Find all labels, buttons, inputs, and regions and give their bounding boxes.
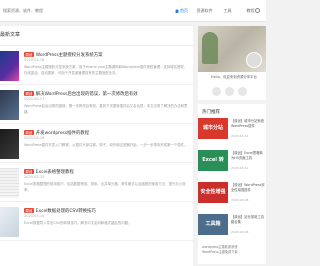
nav-tools[interactable]: 工具 [216,0,239,22]
plant-image [202,32,218,64]
hot-item-date: 2020-03-08 [231,198,249,202]
article-title-text[interactable]: 解决WordPress后台出现的错误，第一次修改后有效 [36,92,138,97]
hot-item[interactable]: 城市分站 【原创】城市分站系统 WordPress插件 2020-03-12 [198,118,266,148]
hot-widget: 热门推荐 城市分站 【原创】城市分站系统 WordPress插件 2020-03… [198,104,266,264]
mini-link-list: wordpress主题收费系统 WordPress主题免费下载 [202,245,264,255]
article-thumbnail[interactable] [0,207,19,237]
article-date: 2020-03-14 [24,214,45,218]
nav-home-label: 首页 [180,8,188,13]
mini-link[interactable]: WordPress主题免费下载 [202,250,264,255]
article-thumbnail[interactable] [0,51,19,81]
hot-item-date: 2020-03-10 [231,166,249,170]
hot-item[interactable]: 工具箱 【原创】站长常用工具箱合集 2020-03-06 [198,214,266,244]
hot-thumbnail[interactable]: Excel 转 H5 [198,150,228,184]
article-tag: 原创 [24,91,34,96]
article-item[interactable]: 原创 解决WordPress后台出现的错误，第一次修改后有效 2020-03-17… [0,85,193,124]
hot-item-title[interactable]: 【原创】Excel表格转为H5页面工具 [231,151,265,160]
article-thumbnail[interactable] [0,168,19,198]
hot-item-date: 2020-03-12 [231,134,249,138]
article-thumbnail[interactable] [0,129,19,159]
hot-thumbnail[interactable]: 城市分站 [198,118,228,139]
article-thumbnail[interactable] [0,90,19,120]
main-nav: 首页 资源软件 工具 教程 [170,0,262,22]
article-excerpt: Excel表格整理的常用技巧，包括数据筛选、排序、合并单元格、条件格式以及函数的… [24,182,186,192]
hot-item[interactable]: 安全性增强 【原创】WordPress安全性增强插件 2020-03-08 [198,182,266,212]
hot-item-title[interactable]: 【原创】城市分站系统 WordPress插件 [231,119,265,128]
article-excerpt: Excel数据导入导出CSV的转换技巧，解决中文乱码和格式错乱的问题。 [24,221,132,225]
social-icon[interactable] [238,87,247,96]
nav-resources[interactable]: 资源软件 [193,0,216,22]
social-icon[interactable] [212,87,221,96]
home-icon [175,9,179,13]
hot-item[interactable]: Excel 转 H5 【原创】Excel表格转为H5页面工具 2020-03-1… [198,150,266,184]
article-tag: 原创 [24,52,34,57]
article-date: 2020-03-15 [24,175,45,179]
hot-item-title[interactable]: 【原创】WordPress安全性增强插件 [231,183,265,192]
sidebar: Hello，欢迎来到资源分享平台 热门推荐 城市分站 【原创】城市分站系统 Wo… [198,26,266,266]
profile-actions [212,87,247,96]
section-title: 最新文章 [0,32,21,38]
page: 首页 资源软件 工具 教程 最新文章 原创WordPress主题授权分发系统方案… [0,0,266,266]
avatar[interactable] [246,52,262,68]
article-date: 2020-03-18 [24,58,45,62]
article-item[interactable]: 原创 Excel表格整理教程 2020-03-15 Excel表格整理的常用技巧，… [0,163,193,202]
hot-item-date: 2020-03-06 [231,230,249,234]
article-item[interactable]: 原创 开发wordpress插件的教程 2020-03-16 WordPress插… [0,124,193,163]
search-icon[interactable] [255,8,260,13]
hot-thumbnail[interactable]: 安全性增强 [198,182,228,203]
social-icon[interactable] [225,87,234,96]
article-excerpt: WordPress主题授权分发系统方案，用于theme.com主题源码和Word… [24,65,188,75]
article-excerpt: WordPress插件开发入门教程，从插件头部注释、钩子、动作和过滤器开始，一步… [24,143,188,147]
profile-description: Hello，欢迎来到资源分享平台 [211,75,257,79]
article-excerpt: WordPress后台出现的错误，第一次修改后有效，直到下次更新插件后又会出现，… [24,104,188,114]
article-tag: 原创 [24,130,34,135]
hot-widget-title: 热门推荐 [202,110,220,115]
hot-item-title[interactable]: 【原创】站长常用工具箱合集 [231,215,265,224]
section-header: 最新文章 [0,26,193,46]
article-title-text[interactable]: WordPress主题授权分发系统方案 [36,53,103,58]
nav-home[interactable]: 首页 [170,0,193,22]
hot-thumbnail[interactable]: 工具箱 [198,214,228,235]
article-title-text[interactable]: Excel数据处理的CSV转换技巧 [36,209,96,214]
article-tag: 原创 [24,208,34,213]
top-header: 首页 资源软件 工具 教程 [0,0,266,22]
article-date: 2020-03-16 [24,136,45,140]
search-input[interactable] [0,5,70,17]
article-item[interactable]: 原创 WordPress主题授权分发系统方案 2020-03-18 WordPre… [0,46,193,85]
profile-card: Hello，欢迎来到资源分享平台 [198,26,266,100]
article-list: 最新文章 原创 WordPress主题授权分发系统方案 2020-03-18 Wo… [0,26,193,266]
article-item[interactable]: 原创 Excel数据处理的CSV转换技巧 2020-03-14 Excel数据导入… [0,202,193,241]
article-tag: 原创 [24,169,34,174]
article-date: 2020-03-17 [24,97,45,101]
